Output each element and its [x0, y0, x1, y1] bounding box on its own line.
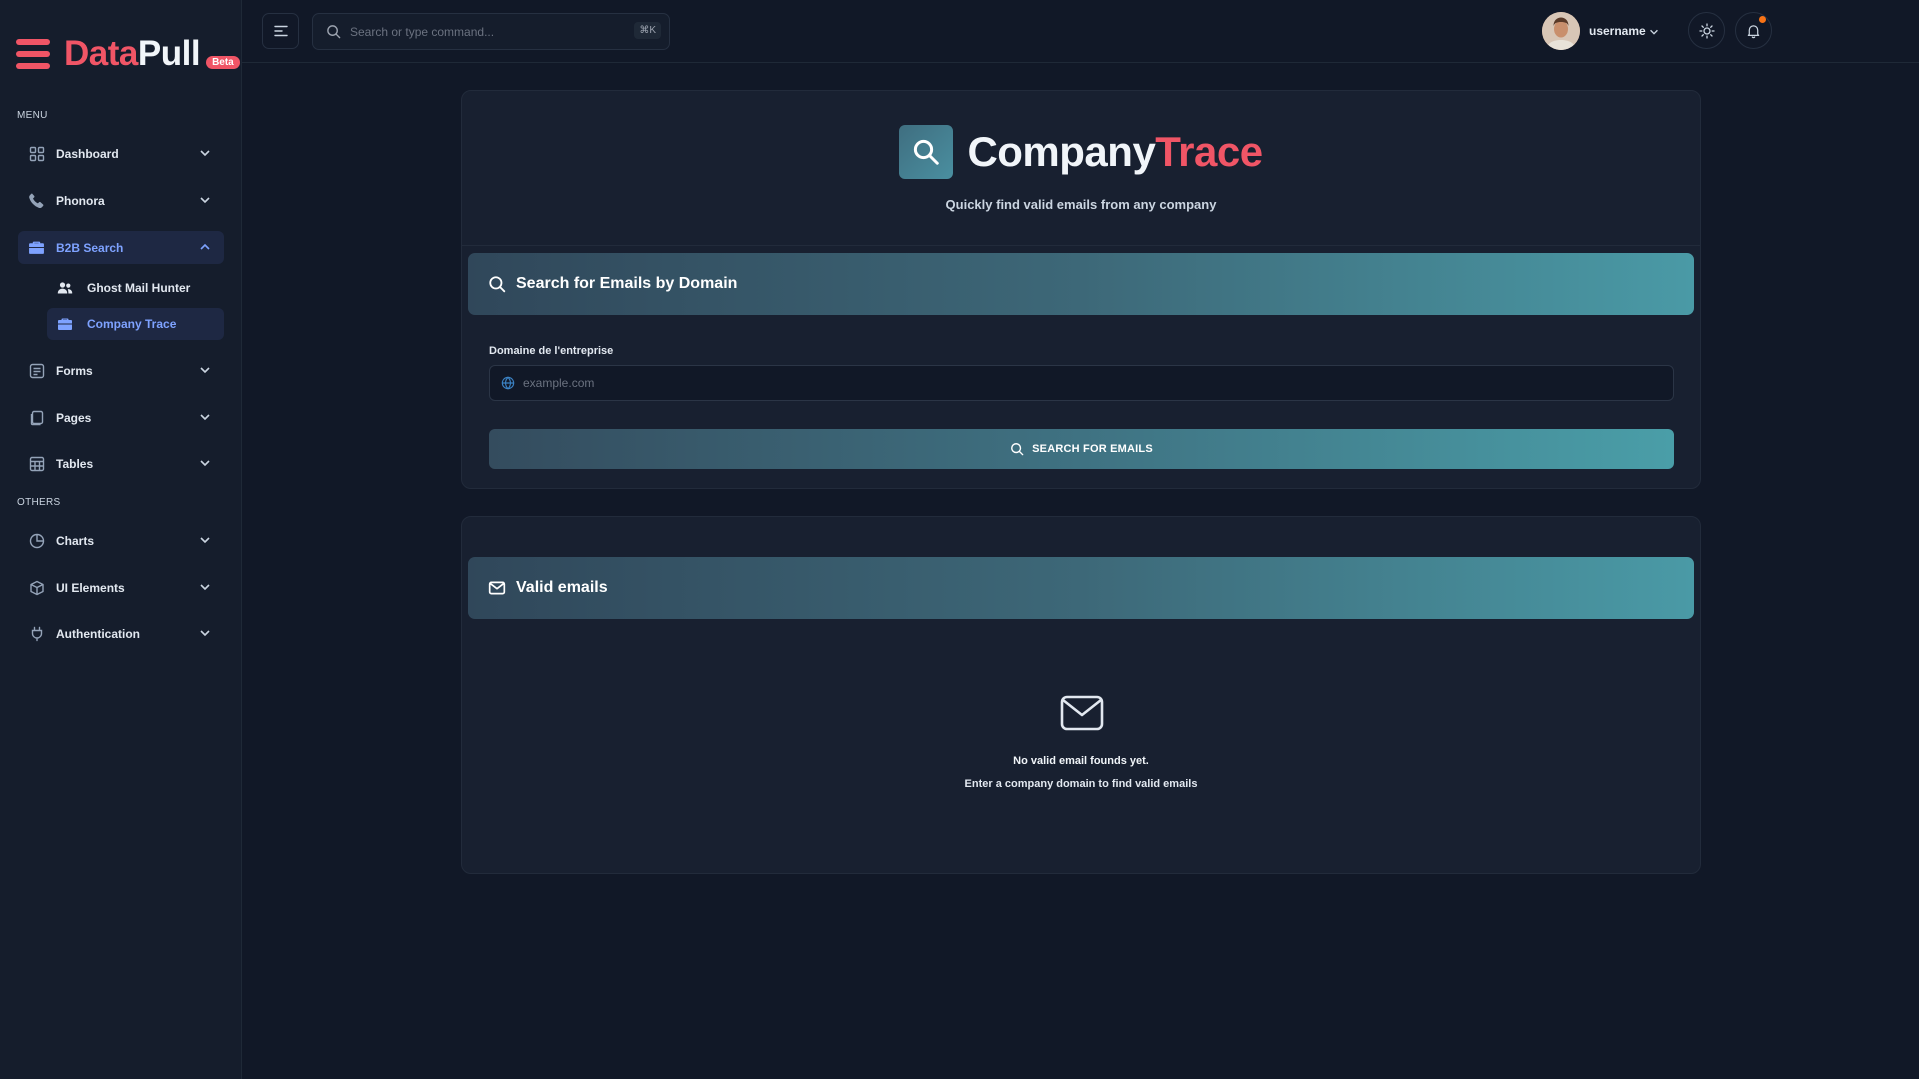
results-panel-header: Valid emails: [468, 557, 1694, 619]
pages-icon: [28, 409, 45, 426]
sidebar-item-tables[interactable]: Tables: [18, 447, 224, 480]
sidebar-item-label: Tables: [56, 456, 94, 471]
sidebar-item-label: Authentication: [56, 626, 140, 641]
sidebar-item-b2b-search[interactable]: B2B Search: [18, 231, 224, 264]
briefcase-icon: [57, 316, 73, 332]
sidebar-subitem-label: Ghost Mail Hunter: [87, 281, 191, 295]
chevron-down-icon[interactable]: [1648, 26, 1660, 38]
search-icon: [327, 25, 341, 39]
bell-icon: [1747, 24, 1760, 38]
sidebar-item-label: Charts: [56, 533, 95, 548]
sidebar-subitem-label: Company Trace: [87, 317, 177, 331]
mail-icon: [1060, 695, 1104, 731]
sidebar-item-label: Dashboard: [56, 146, 119, 161]
search-emails-button[interactable]: SEARCH FOR EMAILS: [489, 429, 1674, 469]
brand-name: DataPull: [64, 34, 201, 74]
sidebar-item-authentication[interactable]: Authentication: [18, 617, 224, 650]
search-card: CompanyTrace Quickly find valid emails f…: [461, 90, 1701, 489]
chevron-down-icon: [200, 367, 210, 374]
command-search-input[interactable]: Search or type command... ⌘K: [312, 13, 670, 50]
divider: [462, 245, 1700, 246]
sidebar-subitem-ghost-mail-hunter[interactable]: Ghost Mail Hunter: [47, 272, 224, 304]
domain-input[interactable]: [523, 376, 1623, 390]
username-label[interactable]: username: [1589, 24, 1646, 38]
search-placeholder: Search or type command...: [350, 24, 495, 39]
chevron-down-icon: [200, 460, 210, 467]
phone-icon: [28, 192, 45, 209]
sidebar-item-dashboard[interactable]: Dashboard: [18, 137, 224, 170]
sidebar-item-charts[interactable]: Charts: [18, 524, 224, 557]
empty-state-subtitle: Enter a company domain to find valid ema…: [964, 778, 1198, 790]
globe-icon: [501, 376, 515, 390]
sidebar: DataPull Beta MENU Dashboard Phonora B2B…: [0, 0, 242, 1079]
user-photo-icon: [1542, 12, 1580, 50]
search-emails-button-label: SEARCH FOR EMAILS: [1032, 443, 1153, 455]
sidebar-item-forms[interactable]: Forms: [18, 354, 224, 387]
sidebar-item-label: Pages: [56, 410, 92, 425]
sidebar-item-label: B2B Search: [56, 240, 124, 255]
sidebar-subitem-company-trace[interactable]: Company Trace: [47, 308, 224, 340]
results-card: Valid emails No valid email founds yet. …: [461, 516, 1701, 874]
page-title-part1: Company: [967, 128, 1156, 175]
menu-lines-icon: [273, 25, 288, 37]
menu-section-title: MENU: [17, 110, 48, 121]
grid-icon: [28, 145, 45, 162]
page-title-part2: Trace: [1155, 128, 1263, 175]
brand-name-part2: Pull: [137, 34, 201, 73]
page-subtitle: Quickly find valid emails from any compa…: [945, 197, 1217, 212]
pie-chart-icon: [28, 532, 45, 549]
brand-logo[interactable]: DataPull Beta: [16, 34, 240, 74]
domain-field[interactable]: [489, 365, 1674, 401]
sidebar-toggle-button[interactable]: [262, 13, 299, 49]
chevron-down-icon: [200, 537, 210, 544]
search-icon: [489, 276, 506, 293]
notification-dot: [1759, 16, 1766, 23]
mail-icon: [488, 581, 506, 595]
sidebar-item-label: UI Elements: [56, 580, 125, 595]
hamburger-logo-icon: [16, 37, 50, 71]
results-panel-title: Valid emails: [516, 579, 608, 596]
sidebar-item-phonora[interactable]: Phonora: [18, 184, 224, 217]
users-icon: [57, 280, 73, 296]
chevron-up-icon: [200, 243, 210, 250]
empty-state-title: No valid email founds yet.: [1013, 755, 1149, 767]
chevron-down-icon: [200, 584, 210, 591]
brand-name-part1: Data: [64, 34, 138, 73]
chevron-down-icon: [200, 150, 210, 157]
page-title: CompanyTrace: [967, 128, 1263, 176]
search-panel-title: Search for Emails by Domain: [516, 275, 738, 292]
search-panel-header: Search for Emails by Domain: [468, 253, 1694, 315]
page-hero: CompanyTrace: [462, 125, 1700, 179]
avatar[interactable]: [1542, 12, 1580, 50]
notifications-button[interactable]: [1735, 12, 1772, 49]
sidebar-item-ui-elements[interactable]: UI Elements: [18, 571, 224, 604]
chevron-down-icon: [200, 630, 210, 637]
sidebar-item-label: Phonora: [56, 193, 105, 208]
domain-field-label: Domaine de l'entreprise: [489, 345, 614, 357]
shortcut-badge: ⌘K: [634, 22, 661, 39]
search-icon: [899, 125, 954, 179]
theme-toggle-button[interactable]: [1688, 12, 1725, 49]
table-icon: [28, 455, 45, 472]
sidebar-item-pages[interactable]: Pages: [18, 401, 224, 434]
briefcase-icon: [28, 239, 45, 256]
plug-icon: [28, 625, 45, 642]
top-header: Search or type command... ⌘K username: [242, 0, 1919, 63]
chevron-down-icon: [200, 414, 210, 421]
beta-badge: Beta: [206, 55, 240, 69]
sidebar-item-label: Forms: [56, 363, 93, 378]
chevron-down-icon: [200, 197, 210, 204]
form-icon: [28, 362, 45, 379]
sun-icon: [1698, 22, 1715, 39]
search-icon: [1011, 443, 1024, 456]
others-section-title: OTHERS: [17, 497, 61, 508]
box-icon: [28, 579, 45, 596]
